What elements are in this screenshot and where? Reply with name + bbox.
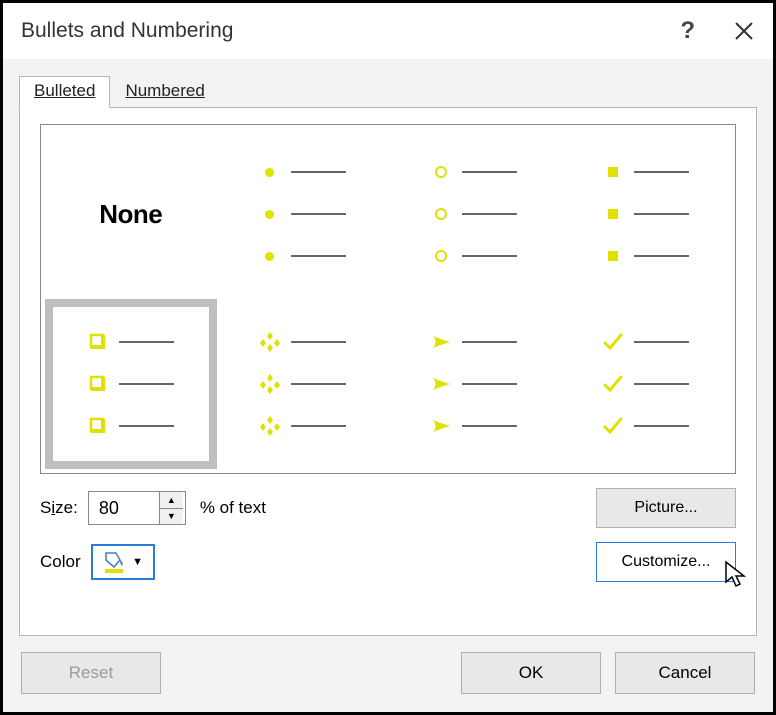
cancel-button[interactable]: Cancel (615, 652, 755, 694)
bullets-numbering-dialog: Bullets and Numbering ? Bulleted Numbere… (0, 0, 776, 715)
close-icon (733, 20, 755, 42)
bullet-option-hollow-square[interactable] (45, 299, 217, 469)
arrow-bullet-icon (430, 331, 452, 353)
checkmark-bullet-icon (602, 331, 624, 353)
customize-button[interactable]: Customize... (596, 542, 736, 582)
dialog-button-bar: Reset OK Cancel (3, 636, 773, 712)
spin-down-button[interactable]: ▼ (160, 509, 183, 525)
diamond-cluster-bullet-icon (259, 331, 281, 353)
picture-button[interactable]: Picture... (596, 488, 736, 528)
bullet-option-checkmark[interactable] (560, 299, 732, 469)
tab-strip: Bulleted Numbered (3, 59, 773, 107)
dropdown-chevron-icon: ▼ (132, 556, 143, 568)
bullet-style-grid: None (40, 124, 736, 474)
dialog-title: Bullets and Numbering (21, 19, 680, 43)
bullet-option-disc[interactable] (217, 129, 389, 299)
size-spinner[interactable]: ▲ ▼ (88, 491, 186, 525)
size-suffix: % of text (200, 498, 266, 518)
title-bar: Bullets and Numbering ? (3, 3, 773, 59)
bullet-option-arrow[interactable] (388, 299, 560, 469)
tab-bulleted[interactable]: Bulleted (19, 76, 110, 108)
color-row: Color ▼ Customize... (40, 542, 736, 582)
bullet-option-diamond-cluster[interactable] (217, 299, 389, 469)
tab-panel: None (19, 107, 757, 636)
bullet-option-square[interactable] (560, 129, 732, 299)
disc-bullet-icon (259, 161, 281, 183)
size-row: Size: ▲ ▼ % of text Picture... (40, 488, 736, 528)
close-button[interactable] (733, 20, 755, 42)
hollow-square-bullet-icon (87, 331, 109, 353)
bullet-option-circle[interactable] (388, 129, 560, 299)
dialog-content: Bulleted Numbered None (3, 59, 773, 712)
help-button[interactable]: ? (680, 17, 695, 45)
ok-button[interactable]: OK (461, 652, 601, 694)
color-picker-button[interactable]: ▼ (91, 544, 155, 580)
color-label: Color (40, 552, 81, 572)
spin-up-button[interactable]: ▲ (160, 492, 183, 509)
tab-numbered[interactable]: Numbered (110, 76, 219, 108)
square-bullet-icon (602, 161, 624, 183)
bucket-icon (102, 550, 128, 574)
none-label: None (99, 199, 162, 230)
circle-bullet-icon (430, 161, 452, 183)
size-label: Size: (40, 498, 78, 518)
size-input[interactable] (89, 492, 159, 524)
reset-button[interactable]: Reset (21, 652, 161, 694)
bullet-option-none[interactable]: None (45, 129, 217, 299)
